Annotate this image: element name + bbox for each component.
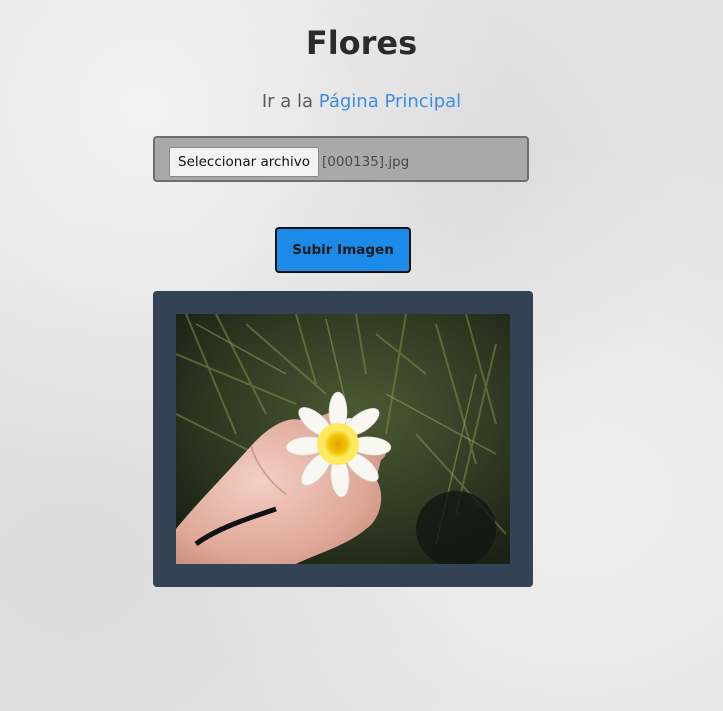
- choose-file-button[interactable]: Seleccionar archivo: [169, 147, 319, 177]
- nav-prefix: Ir a la: [261, 91, 319, 112]
- flower-photo-image: [176, 314, 510, 564]
- page-title: Flores: [305, 24, 418, 62]
- upload-image-button[interactable]: Subir Imagen: [275, 227, 411, 273]
- selected-file-name: [000135].jpg: [322, 154, 410, 170]
- flower-photo: [176, 314, 510, 564]
- nav-line: Ir a la Página Principal: [0, 90, 723, 114]
- image-frame: [153, 291, 533, 587]
- home-link[interactable]: Página Principal: [319, 91, 461, 112]
- file-input-container: Seleccionar archivo [000135].jpg: [153, 136, 529, 182]
